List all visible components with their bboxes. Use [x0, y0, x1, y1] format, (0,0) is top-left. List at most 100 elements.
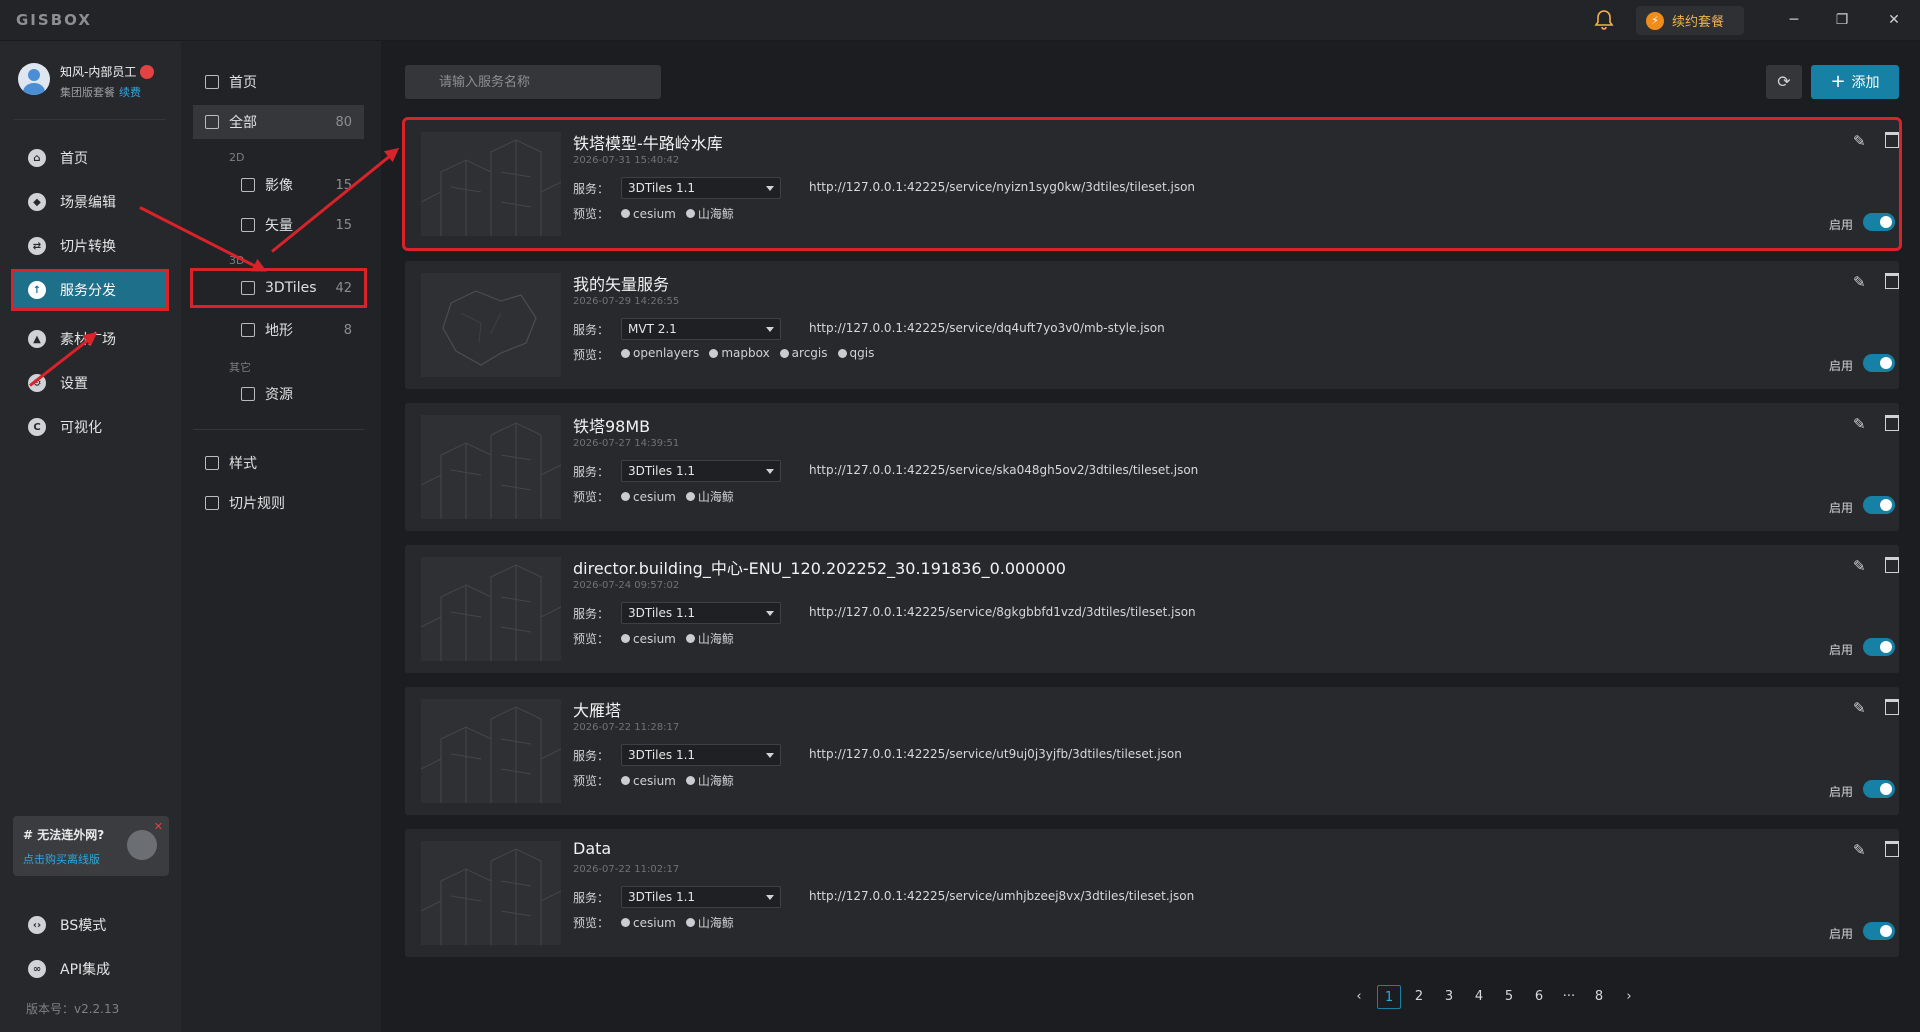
preview-link[interactable]: 山海鲸 — [685, 488, 734, 505]
service-version-select[interactable]: 3DTiles 1.1 — [621, 744, 781, 766]
edit-icon[interactable]: ✎ — [1853, 273, 1866, 291]
category-home[interactable]: 首页 — [193, 65, 364, 99]
trash-icon[interactable] — [1885, 699, 1899, 715]
preview-link[interactable]: 山海鲸 — [685, 205, 734, 222]
viewer-icon — [685, 634, 695, 643]
enable-toggle[interactable] — [1863, 354, 1895, 372]
edit-icon[interactable]: ✎ — [1853, 841, 1866, 859]
category-resource[interactable]: 资源 — [193, 377, 364, 411]
trash-icon[interactable] — [1885, 415, 1899, 431]
add-service-button[interactable]: + 添加 — [1811, 65, 1899, 99]
service-version-select[interactable]: 3DTiles 1.1 — [621, 602, 781, 624]
preview-link[interactable]: mapbox — [709, 346, 770, 360]
trash-icon[interactable] — [1885, 132, 1899, 148]
trash-icon[interactable] — [1885, 557, 1899, 573]
service-version-select[interactable]: 3DTiles 1.1 — [621, 177, 781, 199]
offline-promo-card[interactable]: # 无法连外网? 点击购买离线版 ✕ — [13, 816, 169, 876]
service-card[interactable]: Data 2026-07-22 11:02:17 服务： 3DTiles 1.1… — [405, 829, 1899, 957]
nav-item-bs-mode[interactable]: ‹› BS模式 — [14, 907, 166, 943]
page-number[interactable]: 1 — [1377, 985, 1401, 1009]
service-version-select[interactable]: 3DTiles 1.1 — [621, 886, 781, 908]
service-card[interactable]: 我的矢量服务 2026-07-29 14:26:55 服务： MVT 2.1 h… — [405, 261, 1899, 389]
prev-page-button[interactable]: ‹ — [1347, 985, 1371, 1009]
category-style[interactable]: 样式 — [193, 446, 364, 480]
service-url[interactable]: http://127.0.0.1:42225/service/nyizn1syg… — [809, 180, 1195, 194]
service-thumbnail — [421, 273, 561, 377]
preview-link[interactable]: arcgis — [779, 346, 828, 360]
nav-item-settings[interactable]: ⚙ 设置 — [14, 365, 166, 401]
minimize-button[interactable]: ─ — [1782, 9, 1806, 31]
renew-plan-button[interactable]: ⚡ 续约套餐 — [1636, 6, 1744, 35]
service-url[interactable]: http://127.0.0.1:42225/service/ut9uj0j3y… — [809, 747, 1182, 761]
page-number[interactable]: 6 — [1527, 985, 1551, 1009]
service-card[interactable]: director.building_中心-ENU_120.202252_30.1… — [405, 545, 1899, 673]
renew-fee-link[interactable]: 续费 — [119, 86, 141, 99]
bell-icon[interactable] — [1592, 8, 1616, 32]
enable-toggle[interactable] — [1863, 496, 1895, 514]
preview-link[interactable]: cesium — [621, 205, 676, 222]
service-thumbnail — [421, 415, 561, 519]
preview-name: arcgis — [791, 346, 828, 360]
preview-link[interactable]: qgis — [837, 346, 874, 360]
promo-close-icon[interactable]: ✕ — [154, 820, 163, 833]
preview-link[interactable]: 山海鲸 — [685, 914, 734, 931]
service-url[interactable]: http://127.0.0.1:42225/service/dq4uft7yo… — [809, 321, 1165, 335]
category-vector[interactable]: 矢量 15 — [193, 208, 364, 242]
service-thumbnail — [421, 699, 561, 803]
restore-button[interactable]: ❐ — [1830, 9, 1854, 31]
edit-icon[interactable]: ✎ — [1853, 557, 1866, 575]
nav-item-home[interactable]: ⌂ 首页 — [14, 140, 166, 176]
preview-link[interactable]: cesium — [621, 772, 676, 789]
page-ellipsis[interactable]: ··· — [1557, 985, 1581, 1009]
nav-item-service-publish[interactable]: ↑ 服务分发 — [11, 269, 169, 311]
upload-icon: ↑ — [28, 281, 46, 299]
preview-link[interactable]: cesium — [621, 630, 676, 647]
service-card[interactable]: 大雁塔 2026-07-22 11:28:17 服务： 3DTiles 1.1 … — [405, 687, 1899, 815]
preview-name: 山海鲸 — [697, 490, 734, 504]
service-version-select[interactable]: 3DTiles 1.1 — [621, 460, 781, 482]
nav-item-visualize[interactable]: C 可视化 — [14, 409, 166, 445]
trash-icon[interactable] — [1885, 273, 1899, 289]
refresh-button[interactable]: ⟳ — [1766, 65, 1802, 99]
preview-link[interactable]: 山海鲸 — [685, 630, 734, 647]
enable-toggle[interactable] — [1863, 780, 1895, 798]
search-input[interactable] — [405, 65, 661, 99]
page-number[interactable]: 5 — [1497, 985, 1521, 1009]
service-card[interactable]: 铁塔模型-牛路岭水库 2026-07-31 15:40:42 服务： 3DTil… — [402, 117, 1902, 251]
page-number[interactable]: 3 — [1437, 985, 1461, 1009]
user-profile[interactable]: 知风-内部员工 集团版套餐 续费 — [18, 63, 155, 100]
close-window-button[interactable]: ✕ — [1882, 9, 1906, 31]
trash-icon[interactable] — [1885, 841, 1899, 857]
edit-icon[interactable]: ✎ — [1853, 699, 1866, 717]
enable-toggle[interactable] — [1863, 922, 1895, 940]
nav-label: 场景编辑 — [60, 195, 116, 211]
next-page-button[interactable]: › — [1617, 985, 1641, 1009]
preview-link[interactable]: openlayers — [621, 346, 699, 360]
enable-toggle[interactable] — [1863, 213, 1895, 231]
service-date: 2026-07-29 14:26:55 — [573, 296, 680, 307]
preview-link[interactable]: 山海鲸 — [685, 772, 734, 789]
edit-icon[interactable]: ✎ — [1853, 132, 1866, 150]
edit-icon[interactable]: ✎ — [1853, 415, 1866, 433]
category-3dtiles[interactable]: 3DTiles 42 — [190, 268, 367, 308]
category-slice-rules[interactable]: 切片规则 — [193, 486, 364, 520]
viewer-icon — [685, 209, 695, 218]
service-version-select[interactable]: MVT 2.1 — [621, 318, 781, 340]
service-url[interactable]: http://127.0.0.1:42225/service/umhjbzeej… — [809, 889, 1194, 903]
preview-links: openlayers mapbox arcgis qgis — [621, 346, 874, 360]
preview-link[interactable]: cesium — [621, 914, 676, 931]
category-terrain[interactable]: 地形 8 — [193, 313, 364, 347]
page-number[interactable]: 2 — [1407, 985, 1431, 1009]
page-number[interactable]: 4 — [1467, 985, 1491, 1009]
nav-item-scene-edit[interactable]: ◆ 场景编辑 — [14, 184, 166, 220]
nav-item-api[interactable]: ∞ API集成 — [14, 951, 166, 987]
nav-item-slice-convert[interactable]: ⇄ 切片转换 — [14, 228, 166, 264]
service-url[interactable]: http://127.0.0.1:42225/service/8gkgbbfd1… — [809, 605, 1196, 619]
service-card[interactable]: 铁塔98MB 2026-07-27 14:39:51 服务： 3DTiles 1… — [405, 403, 1899, 531]
category-all[interactable]: 全部 80 — [193, 105, 364, 139]
page-number[interactable]: 8 — [1587, 985, 1611, 1009]
preview-link[interactable]: cesium — [621, 488, 676, 505]
service-url[interactable]: http://127.0.0.1:42225/service/ska048gh5… — [809, 463, 1198, 477]
category-label: 样式 — [229, 456, 257, 472]
enable-toggle[interactable] — [1863, 638, 1895, 656]
